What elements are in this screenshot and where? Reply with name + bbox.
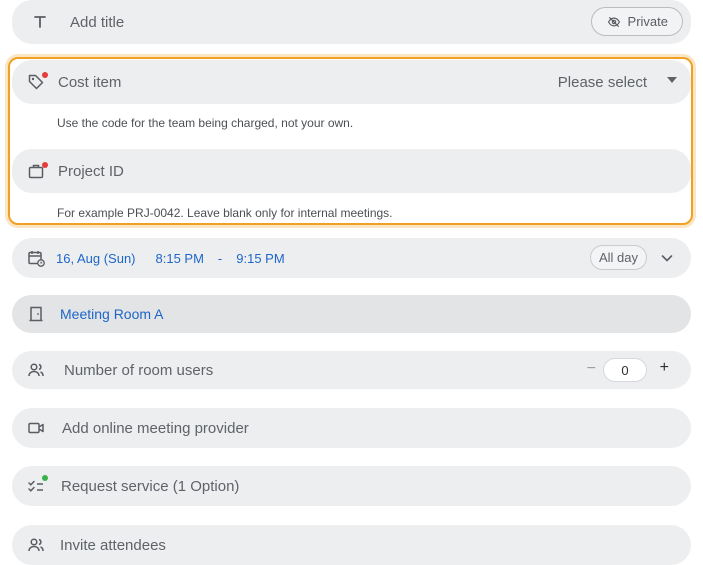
chevron-down-icon[interactable] (657, 248, 677, 268)
meeting-room-row[interactable]: Meeting Room A (12, 295, 691, 333)
cost-item-select[interactable]: Cost item Please select (12, 60, 691, 104)
date-time-row[interactable]: 16, Aug (Sun) 8:15 PM - 9:15 PM All day (12, 238, 691, 278)
tag-icon (26, 72, 48, 92)
cost-item-select-value[interactable]: Please select (558, 74, 647, 91)
briefcase-icon (26, 161, 48, 181)
caret-down-icon[interactable] (667, 77, 677, 83)
all-day-toggle[interactable]: All day (589, 245, 647, 270)
meeting-room-name[interactable]: Meeting Room A (60, 306, 164, 322)
invite-attendees-row[interactable]: Invite attendees (12, 525, 691, 565)
project-id-field[interactable]: Project ID (12, 149, 691, 193)
door-icon (26, 304, 46, 324)
start-time[interactable]: 8:15 PM (156, 251, 204, 266)
status-indicator (42, 475, 48, 481)
room-users-row: Number of room users − 0 + (12, 351, 691, 389)
text-format-icon (30, 12, 50, 32)
room-users-input[interactable]: 0 (603, 358, 647, 382)
invite-attendees-label[interactable]: Invite attendees (60, 537, 166, 554)
users-icon (26, 360, 46, 380)
video-camera-icon (26, 418, 46, 438)
calendar-clock-icon (26, 248, 46, 268)
decrement-button[interactable]: − (587, 360, 596, 378)
cost-item-label: Cost item (58, 73, 122, 91)
request-service-row[interactable]: Request service (1 Option) (12, 466, 691, 506)
date-value[interactable]: 16, Aug (Sun) (56, 251, 136, 266)
time-separator: - (217, 250, 223, 266)
private-label: Private (627, 14, 668, 29)
room-users-label: Number of room users (64, 361, 214, 379)
online-meeting-row[interactable]: Add online meeting provider (12, 408, 691, 448)
cost-item-hint: Use the code for the team being charged,… (57, 116, 354, 130)
project-id-label: Project ID (58, 162, 124, 180)
online-meeting-label[interactable]: Add online meeting provider (62, 420, 249, 437)
eye-off-icon (606, 14, 622, 30)
required-indicator (42, 162, 48, 168)
project-id-hint: For example PRJ-0042. Leave blank only f… (57, 206, 393, 220)
users-icon (26, 535, 46, 555)
title-input[interactable]: Add title (70, 14, 124, 31)
end-time[interactable]: 9:15 PM (236, 251, 284, 266)
required-indicator (42, 72, 48, 78)
request-service-label[interactable]: Request service (1 Option) (61, 478, 239, 495)
increment-button[interactable]: + (660, 359, 669, 377)
checklist-icon (26, 475, 48, 496)
title-row[interactable]: Add title Private (12, 0, 691, 44)
private-toggle-button[interactable]: Private (590, 7, 683, 36)
